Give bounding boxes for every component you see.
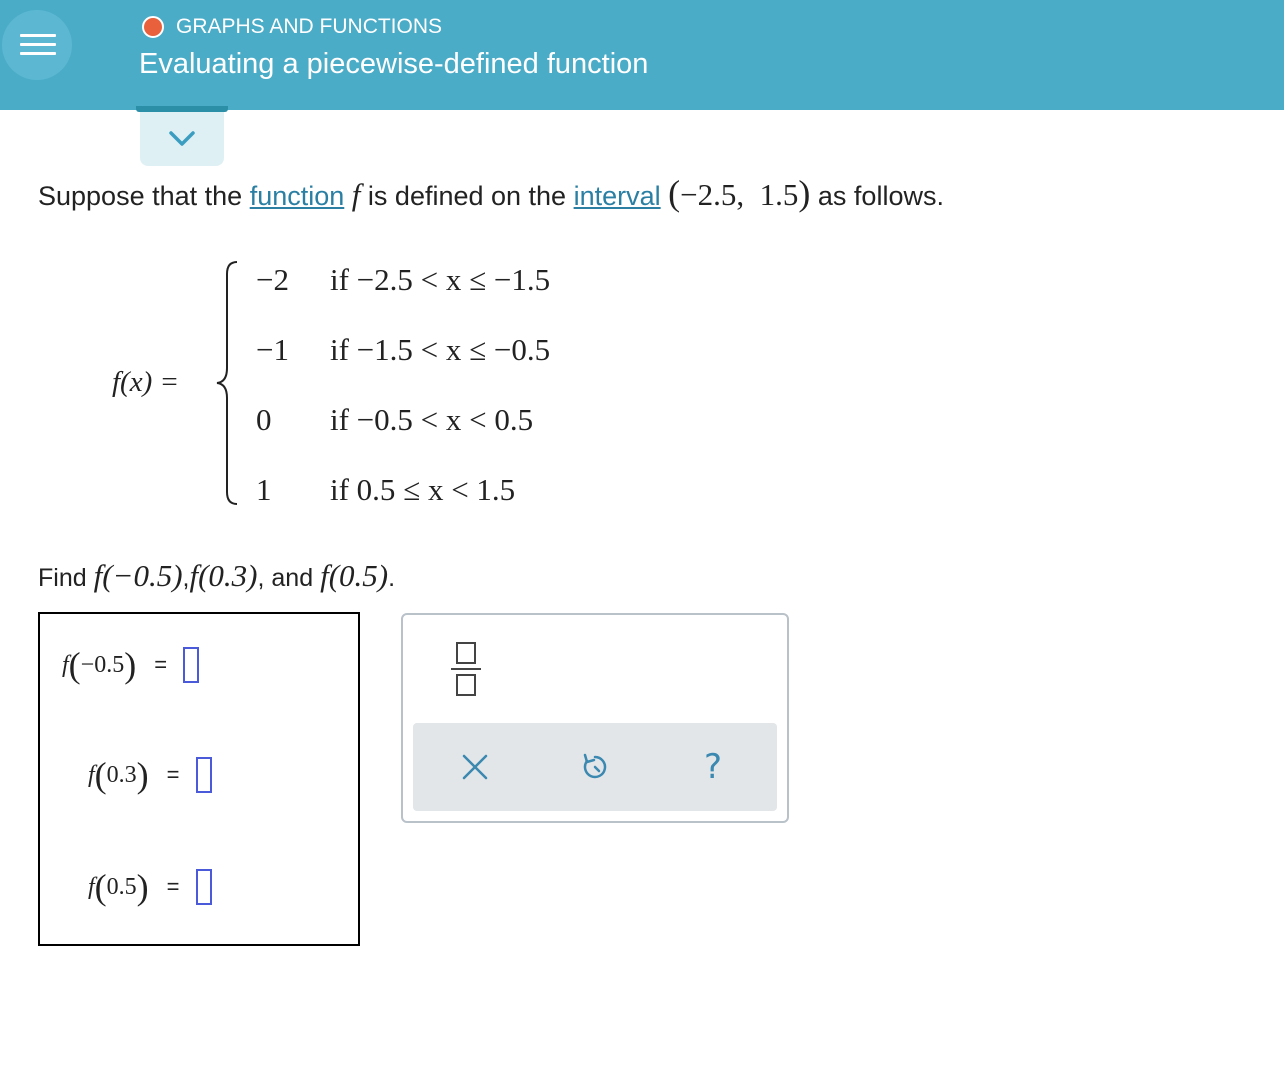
question-prompt: Suppose that the function f is defined o… <box>38 172 944 214</box>
keypad-action-bar: ? <box>413 723 777 811</box>
prompt-mid: is defined on the <box>367 181 567 211</box>
case-value: −2 <box>256 262 289 297</box>
topic-status-dot <box>142 16 164 38</box>
answer-f: f <box>62 651 69 678</box>
find-expr-3: f(0.5) <box>320 558 389 593</box>
piecewise-lhs: f(x) = <box>112 366 180 398</box>
clear-button[interactable] <box>455 747 495 787</box>
answer-equals: = <box>154 652 168 677</box>
answer-input-f-0-3[interactable] <box>195 757 212 793</box>
answer-f: f <box>88 873 95 900</box>
menu-icon <box>20 34 56 37</box>
find-period: . <box>388 564 396 592</box>
find-instruction: Find f(−0.5), f(0.3), and f(0.5). <box>38 558 395 594</box>
topic-text: GRAPHS AND FUNCTIONS <box>176 15 443 38</box>
answer-box: f(−0.5) = f(0.3) = f(0.5) = <box>38 612 360 946</box>
case-condition: if 0.5 ≤ x < 1.5 <box>330 472 516 507</box>
help-icon: ? <box>703 747 723 787</box>
answer-open-paren: ( <box>94 867 107 907</box>
answer-input-f-neg-0-5[interactable] <box>183 647 200 683</box>
interval-values: −2.5, 1.5 <box>680 177 799 212</box>
help-button[interactable]: ? <box>693 747 733 787</box>
case-value: 0 <box>256 402 272 437</box>
answer-open-paren: ( <box>94 755 107 795</box>
function-symbol: f <box>351 177 361 212</box>
case-condition: if −2.5 < x ≤ −1.5 <box>330 262 551 297</box>
x-icon <box>462 754 488 780</box>
prompt-pre: Suppose that the <box>38 181 243 211</box>
case-value: 1 <box>256 472 272 507</box>
case-value: −1 <box>256 332 289 367</box>
interval-close: ) <box>798 173 811 213</box>
expand-button[interactable] <box>140 112 224 166</box>
topic-label: GRAPHS AND FUNCTIONS <box>142 14 442 40</box>
find-label: Find <box>38 564 87 592</box>
answer-arg: 0.5 <box>106 873 137 900</box>
answer-arg: 0.3 <box>106 761 137 788</box>
find-expr-1: f(−0.5) <box>93 558 183 593</box>
answer-row-3: f(0.5) = <box>88 866 212 908</box>
left-brace <box>216 261 238 505</box>
answer-open-paren: ( <box>68 645 81 685</box>
answer-equals: = <box>166 874 180 899</box>
chevron-down-icon <box>169 131 195 146</box>
prompt-post: as follows. <box>817 181 944 211</box>
find-and: and <box>271 564 314 592</box>
fraction-button[interactable] <box>449 639 483 699</box>
answer-close-paren: ) <box>124 645 137 685</box>
case-condition: if −1.5 < x ≤ −0.5 <box>330 332 551 367</box>
math-keypad: ? <box>401 613 789 823</box>
answer-input-f-0-5[interactable] <box>195 869 212 905</box>
answer-close-paren: ) <box>136 867 149 907</box>
find-comma-1: , <box>182 564 190 592</box>
interval-open: ( <box>668 173 681 213</box>
function-link[interactable]: function <box>250 181 345 212</box>
case-condition: if −0.5 < x < 0.5 <box>330 402 534 437</box>
answer-row-2: f(0.3) = <box>88 754 212 796</box>
fraction-icon <box>451 642 481 696</box>
page-title: Evaluating a piecewise-defined function <box>139 48 649 80</box>
undo-button[interactable] <box>575 747 615 787</box>
find-expr-2: f(0.3) <box>189 558 258 593</box>
header-bar: GRAPHS AND FUNCTIONS Evaluating a piecew… <box>0 0 1284 110</box>
answer-arg: −0.5 <box>80 651 125 678</box>
interval-link[interactable]: interval <box>574 181 661 212</box>
answer-close-paren: ) <box>136 755 149 795</box>
menu-icon-bar-3 <box>20 52 56 55</box>
menu-button[interactable] <box>2 10 72 80</box>
menu-icon-bar-2 <box>20 43 56 46</box>
answer-row-1: f(−0.5) = <box>62 644 200 686</box>
undo-icon <box>583 753 607 779</box>
answer-equals: = <box>166 762 180 787</box>
answer-f: f <box>88 761 95 788</box>
interval-expression: (−2.5, 1.5) <box>668 172 810 214</box>
find-comma-2: , <box>257 564 265 592</box>
